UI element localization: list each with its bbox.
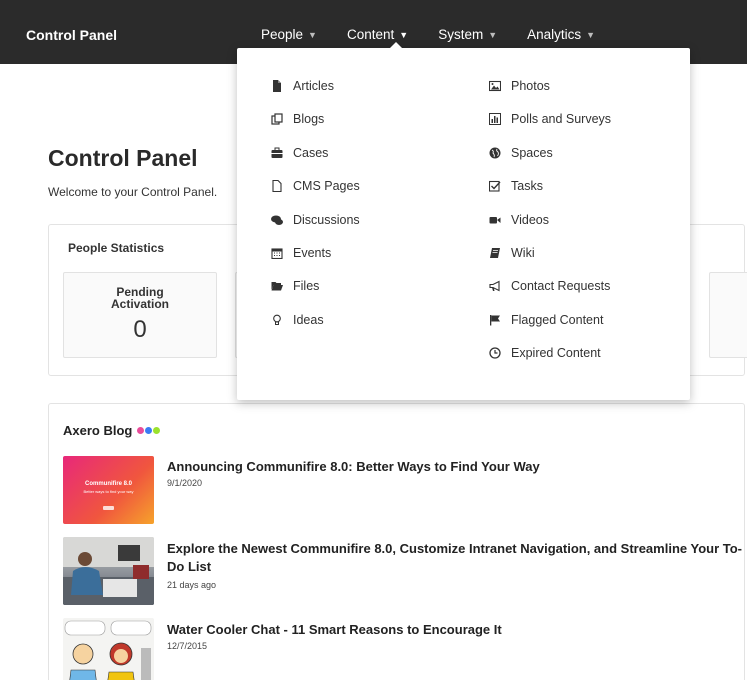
menu-item-polls-and-surveys[interactable]: Polls and Surveys	[488, 110, 611, 128]
post-date: 9/1/2020	[167, 478, 203, 488]
stat-value: 0	[133, 316, 147, 343]
stat-tile[interactable]	[709, 272, 747, 358]
blog-title-text: Axero Blog	[63, 423, 133, 438]
menu-item-label: Photos	[511, 79, 550, 93]
menu-item-videos[interactable]: Videos	[488, 211, 549, 229]
bullhorn-icon	[488, 279, 502, 293]
menu-item-label: Discussions	[293, 213, 360, 227]
dot	[153, 427, 161, 434]
brand-link[interactable]: Control Panel	[26, 27, 117, 43]
menu-item-ideas[interactable]: Ideas	[270, 311, 324, 329]
dropdown-arrow	[390, 42, 402, 48]
stat-label: Pending Activation	[110, 285, 169, 311]
menu-item-wiki[interactable]: Wiki	[488, 244, 535, 262]
menu-item-cases[interactable]: Cases	[270, 144, 328, 162]
folder-open-icon	[270, 279, 284, 293]
menu-item-label: Ideas	[293, 313, 324, 327]
menu-item-label: Wiki	[511, 246, 535, 260]
axero-blog-card: Axero Blog Communifire 8.0 Better ways t…	[48, 403, 745, 680]
menu-item-cms-pages[interactable]: CMS Pages	[270, 177, 360, 195]
nav-content[interactable]: Content ▼	[347, 27, 408, 42]
people-statistics-title: People Statistics	[68, 241, 165, 255]
nav-content-label: Content	[346, 27, 395, 42]
dot	[137, 427, 145, 434]
file-icon	[270, 79, 284, 93]
post-title-link[interactable]: Explore the Newest Communifire 8.0, Cust…	[167, 540, 742, 576]
chevron-down-icon: ▼	[308, 29, 317, 40]
page-icon	[270, 179, 284, 193]
menu-item-flagged-content[interactable]: Flagged Content	[488, 311, 603, 329]
thumbnail-subtitle: Better ways to find your way	[83, 489, 134, 494]
briefcase-icon	[270, 146, 284, 160]
menu-item-label: Flagged Content	[511, 313, 604, 327]
page-title: Control Panel	[48, 145, 198, 171]
stat-tile-pending-activation[interactable]: Pending Activation 0	[63, 272, 217, 358]
menu-item-label: Tasks	[511, 179, 543, 193]
menu-item-label: Blogs	[293, 112, 325, 126]
menu-item-label: Files	[293, 279, 320, 293]
menu-item-label: CMS Pages	[293, 179, 360, 193]
book-icon	[488, 246, 502, 260]
globe-icon	[488, 146, 502, 160]
thumbnail-title: Communifire 8.0	[84, 481, 132, 487]
menu-item-photos[interactable]: Photos	[488, 77, 550, 95]
menu-item-label: Contact Requests	[511, 279, 611, 293]
logo-icon	[103, 506, 114, 510]
chevron-down-icon: ▼	[399, 29, 409, 40]
image-icon	[488, 79, 502, 93]
menu-item-spaces[interactable]: Spaces	[488, 144, 553, 162]
post-date: 12/7/2015	[167, 641, 208, 651]
menu-item-articles[interactable]: Articles	[270, 77, 334, 95]
welcome-text: Welcome to your Control Panel.	[48, 185, 218, 199]
content-dropdown-menu: Articles Blogs Cases CMS Pages Discussio…	[237, 42, 690, 400]
menu-item-tasks[interactable]: Tasks	[488, 177, 543, 195]
menu-item-label: Events	[293, 246, 332, 260]
dot	[145, 427, 153, 434]
video-camera-icon	[488, 213, 502, 227]
calendar-icon	[270, 246, 284, 260]
menu-item-files[interactable]: Files	[270, 277, 319, 295]
menu-item-label: Videos	[511, 213, 549, 227]
nav-people[interactable]: People ▼	[261, 27, 317, 42]
comments-icon	[270, 213, 284, 227]
menu-item-label: Cases	[293, 146, 329, 160]
nav-system-label: System	[438, 27, 484, 42]
chevron-down-icon: ▼	[488, 29, 498, 40]
bar-chart-icon	[488, 112, 502, 126]
brand-dots-icon	[137, 427, 161, 434]
chevron-down-icon: ▼	[586, 29, 596, 40]
person-at-desk-image	[63, 537, 154, 605]
nav-analytics[interactable]: Analytics ▼	[527, 27, 595, 42]
copy-icon	[270, 112, 284, 126]
menu-item-discussions[interactable]: Discussions	[270, 211, 360, 229]
menu-item-blogs[interactable]: Blogs	[270, 110, 324, 128]
nav-people-label: People	[261, 27, 304, 42]
menu-item-contact-requests[interactable]: Contact Requests	[488, 277, 610, 295]
blog-post: Water Cooler Chat - 11 Smart Reasons to …	[63, 618, 743, 680]
post-thumbnail[interactable]	[63, 537, 154, 605]
menu-item-events[interactable]: Events	[270, 244, 331, 262]
nav-analytics-label: Analytics	[527, 27, 582, 42]
main-nav: People ▼ Content ▼ System ▼ Analytics ▼	[261, 27, 625, 42]
cartoon-image	[64, 620, 152, 680]
post-thumbnail[interactable]: Communifire 8.0 Better ways to find your…	[63, 456, 154, 524]
menu-item-expired-content[interactable]: Expired Content	[488, 344, 601, 362]
flag-icon	[488, 313, 502, 327]
blog-post: Explore the Newest Communifire 8.0, Cust…	[63, 537, 743, 607]
post-date: 21 days ago	[167, 580, 217, 590]
menu-item-label: Expired Content	[511, 346, 601, 360]
clock-icon	[488, 346, 502, 360]
menu-item-label: Articles	[293, 79, 334, 93]
check-square-icon	[488, 179, 502, 193]
post-title-link[interactable]: Water Cooler Chat - 11 Smart Reasons to …	[167, 621, 742, 639]
menu-item-label: Spaces	[511, 146, 553, 160]
blog-title: Axero Blog	[63, 423, 161, 438]
nav-system[interactable]: System ▼	[438, 27, 497, 42]
post-thumbnail[interactable]	[63, 618, 154, 680]
blog-post: Communifire 8.0 Better ways to find your…	[63, 456, 743, 526]
post-title-link[interactable]: Announcing Communifire 8.0: Better Ways …	[167, 458, 742, 476]
menu-item-label: Polls and Surveys	[511, 112, 612, 126]
lightbulb-icon	[270, 313, 284, 327]
